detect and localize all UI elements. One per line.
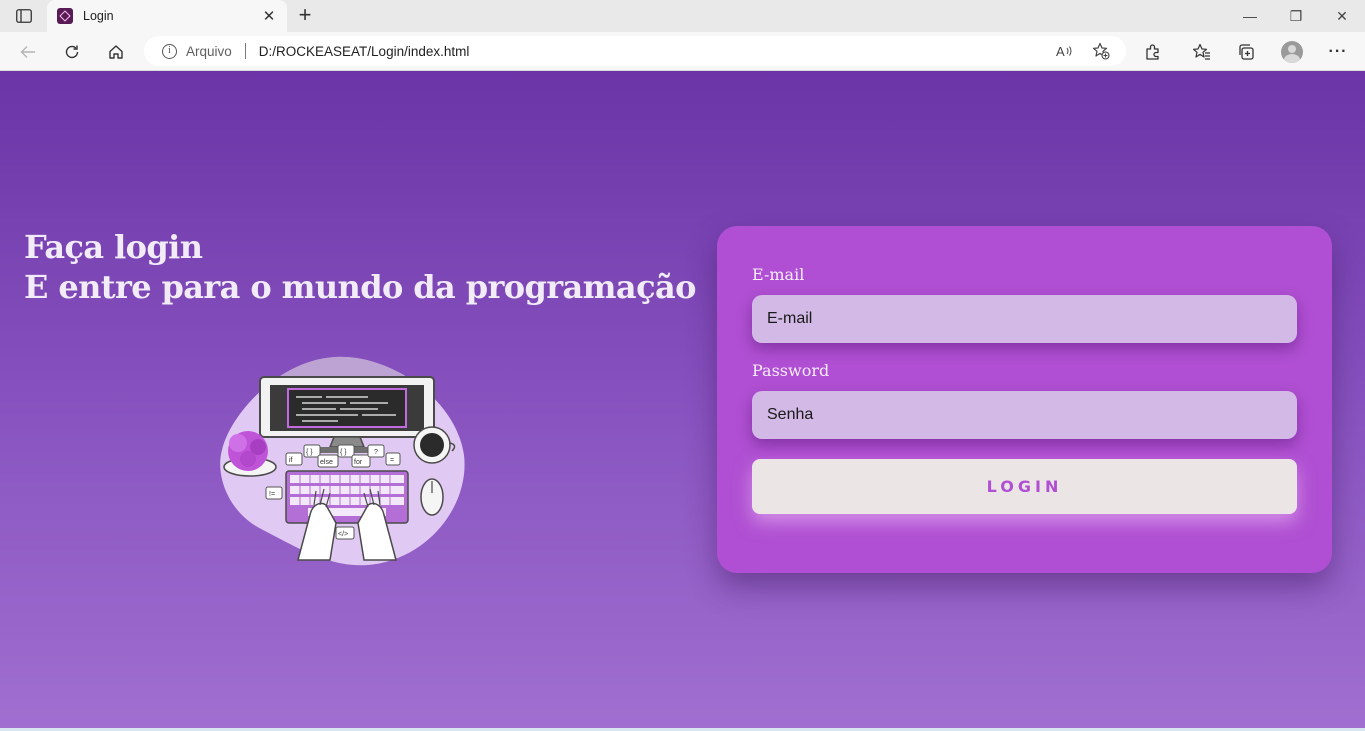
svg-text:</>: </> — [338, 531, 348, 538]
svg-text:?: ? — [374, 449, 378, 456]
page-headline: Faça login E entre para o mundo da progr… — [24, 227, 696, 307]
svg-text:{ }: { } — [306, 449, 313, 456]
address-bar[interactable]: i Arquivo D:/ROCKEASEAT/Login/index.html… — [144, 36, 1126, 66]
browser-tab-bar: Login ✕ + — ❐ ✕ — [0, 0, 1365, 32]
home-button[interactable] — [104, 40, 128, 64]
back-button[interactable] — [16, 40, 40, 64]
address-separator — [244, 43, 246, 59]
svg-text:!=: != — [269, 491, 275, 498]
svg-text:=: = — [390, 457, 394, 464]
email-label: E-mail — [752, 265, 805, 284]
headline-line-2: E entre para o mundo da programação — [24, 268, 696, 306]
browser-tab[interactable]: Login ✕ — [47, 0, 287, 32]
page-viewport: Faça login E entre para o mundo da progr… — [0, 71, 1365, 728]
more-menu-icon[interactable]: ··· — [1326, 40, 1350, 64]
tab-actions-icon[interactable] — [10, 6, 38, 26]
headline-line-1: Faça login — [24, 228, 203, 266]
password-label: Password — [752, 361, 830, 380]
close-window-button[interactable]: ✕ — [1319, 4, 1365, 28]
extensions-icon[interactable] — [1141, 40, 1165, 64]
password-input[interactable] — [752, 391, 1297, 439]
svg-text:if: if — [289, 457, 293, 464]
restore-button[interactable]: ❐ — [1273, 4, 1319, 28]
collections-icon[interactable] — [1234, 40, 1258, 64]
programmer-illustration: if { } else { } for ? = != </> — [220, 356, 465, 566]
minimize-button[interactable]: — — [1227, 4, 1273, 28]
email-input[interactable] — [752, 295, 1297, 343]
add-favorite-icon[interactable] — [1090, 40, 1112, 62]
favorites-icon[interactable] — [1190, 40, 1214, 64]
refresh-button[interactable] — [60, 40, 84, 64]
new-tab-button[interactable]: + — [294, 4, 316, 26]
login-button[interactable]: LOGIN — [752, 459, 1297, 514]
browser-toolbar: i Arquivo D:/ROCKEASEAT/Login/index.html… — [0, 32, 1365, 71]
read-aloud-icon[interactable]: A — [1054, 40, 1076, 62]
profile-avatar-icon[interactable] — [1281, 41, 1303, 63]
svg-text:A: A — [1056, 44, 1065, 58]
svg-text:{ }: { } — [340, 449, 347, 456]
url-text[interactable]: D:/ROCKEASEAT/Login/index.html — [259, 44, 1054, 59]
tab-title: Login — [83, 9, 114, 23]
page-favicon-icon — [57, 8, 73, 24]
tab-close-icon[interactable]: ✕ — [261, 7, 277, 25]
login-card: E-mail Password LOGIN — [717, 226, 1332, 573]
svg-text:for: for — [354, 459, 363, 466]
info-icon[interactable]: i — [162, 43, 177, 59]
security-label: Arquivo — [186, 43, 232, 59]
svg-text:else: else — [320, 459, 333, 466]
